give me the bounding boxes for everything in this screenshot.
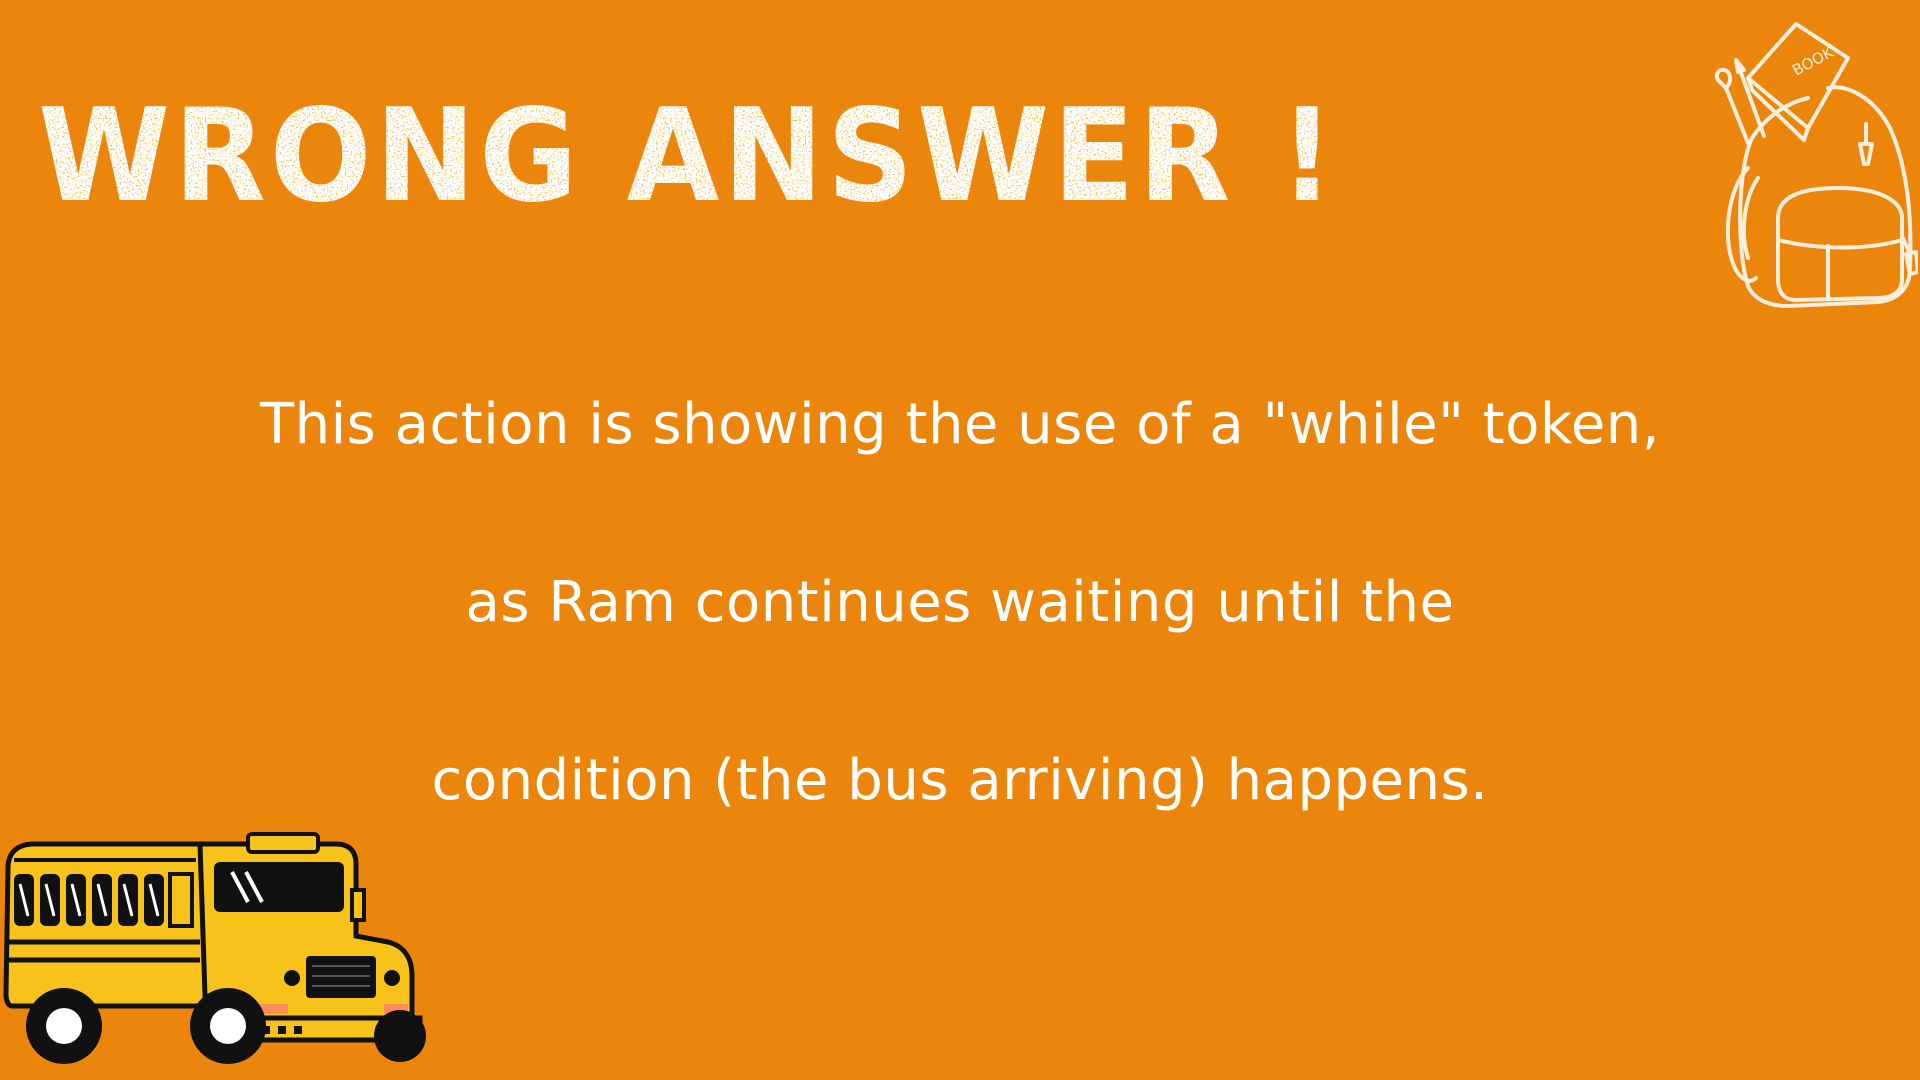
school-bus-icon [0,830,430,1070]
headline: WRONG ANSWER ! [38,78,1438,228]
headline-text: WRONG ANSWER ! [38,82,1338,228]
explanation-line-1: This action is showing the use of a "whi… [259,392,1661,457]
book-label: BOOK [1789,43,1837,80]
explanation-line-2: as Ram continues waiting until the [465,570,1455,635]
explanation-text: This action is showing the use of a "whi… [0,336,1920,870]
backpack-icon: BOOK [1678,18,1920,308]
